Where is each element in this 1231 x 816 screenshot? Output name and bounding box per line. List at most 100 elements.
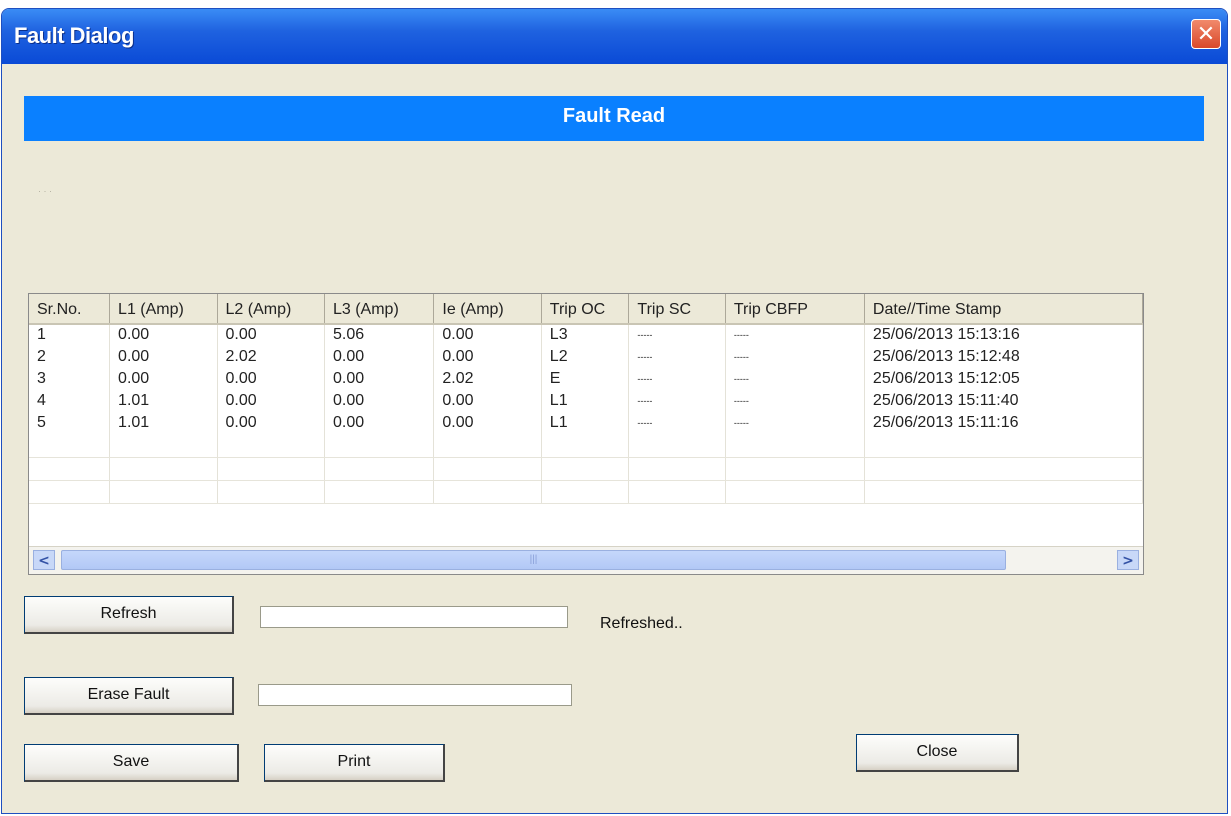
table-cell: 1.01 (109, 391, 218, 413)
table-cell: ----- (628, 324, 726, 347)
table-cell: 0.00 (109, 369, 218, 391)
table-row[interactable]: 5 1.01 0.00 0.00 0.00 L1 ----- ----- 25/06/2013 … (29, 413, 1143, 435)
grip-icon: ||| (529, 554, 538, 565)
table-cell (217, 457, 325, 481)
scroll-right-arrow[interactable]: > (1117, 550, 1139, 570)
table-cell (725, 435, 865, 458)
column-header[interactable]: L2 (Amp) (217, 294, 325, 325)
horizontal-scrollbar[interactable]: < ||| > (29, 546, 1143, 574)
close-icon: ✕ (1196, 22, 1216, 47)
table-cell: 0.00 (433, 347, 542, 369)
fault-table: Sr.No. L1 (Amp) L2 (Amp) L3 (Amp) Ie (Amp) Tr… (29, 294, 1143, 504)
table-cell (324, 457, 435, 481)
window-title: Fault Dialog (14, 23, 134, 48)
table-cell: 0.00 (324, 369, 435, 391)
table-cell (864, 480, 1143, 504)
table-cell: 25/06/2013 15:12:05 (864, 369, 1143, 391)
table-cell: 0.00 (433, 324, 542, 347)
table-cell: 0.00 (217, 369, 325, 391)
table-cell: ----- (628, 413, 726, 435)
faint-label: · · · (38, 186, 52, 196)
refresh-progress-bar (260, 606, 568, 628)
column-header[interactable]: Trip OC (541, 294, 630, 325)
table-cell (217, 480, 325, 504)
table-cell: ----- (725, 413, 865, 435)
column-header[interactable]: Date//Time Stamp (864, 294, 1143, 325)
table-cell: 0.00 (324, 413, 435, 435)
table-cell (628, 435, 726, 458)
column-header[interactable]: Sr.No. (29, 294, 111, 325)
table-cell: 5 (29, 413, 111, 435)
table-cell: 5.06 (324, 324, 435, 347)
table-cell: 2 (29, 347, 111, 369)
column-header[interactable]: Trip SC (628, 294, 726, 325)
empty-table-row (29, 480, 1143, 504)
table-cell: 2.02 (433, 369, 542, 391)
table-cell: L1 (541, 391, 630, 413)
table-cell: 0.00 (217, 324, 325, 347)
table-cell: L3 (541, 324, 630, 347)
refresh-button[interactable]: Refresh (24, 596, 234, 634)
print-button[interactable]: Print (264, 744, 445, 782)
table-cell (541, 435, 630, 458)
save-button[interactable]: Save (24, 744, 239, 782)
table-cell: 0.00 (324, 347, 435, 369)
window-close-button[interactable]: ✕ (1191, 19, 1221, 49)
empty-table-row (29, 457, 1143, 481)
table-cell (864, 457, 1143, 481)
erase-fault-button[interactable]: Erase Fault (24, 677, 234, 715)
table-row[interactable]: 2 0.00 2.02 0.00 0.00 L2 ----- ----- 25/06/2013 … (29, 347, 1143, 369)
table-cell (628, 457, 726, 481)
table-cell (541, 457, 630, 481)
erase-progress-bar (258, 684, 572, 706)
table-cell: L1 (541, 413, 630, 435)
table-cell (109, 457, 218, 481)
scroll-left-arrow[interactable]: < (33, 550, 55, 570)
scroll-thumb[interactable]: ||| (61, 550, 1006, 570)
table-cell (29, 435, 111, 458)
table-cell: 1.01 (109, 413, 218, 435)
column-header[interactable]: Trip CBFP (725, 294, 865, 325)
table-cell (433, 457, 542, 481)
table-cell (628, 480, 726, 504)
table-cell: E (541, 369, 630, 391)
table-cell: ----- (725, 391, 865, 413)
fault-list-table[interactable]: Sr.No. L1 (Amp) L2 (Amp) L3 (Amp) Ie (Amp) Tr… (28, 293, 1144, 575)
table-cell (324, 435, 435, 458)
table-cell (217, 435, 325, 458)
column-header[interactable]: L3 (Amp) (324, 294, 435, 325)
table-cell (29, 457, 111, 481)
table-cell (29, 480, 111, 504)
table-cell: 0.00 (433, 391, 542, 413)
table-cell (864, 435, 1143, 458)
table-cell: L2 (541, 347, 630, 369)
table-cell (433, 480, 542, 504)
table-cell (109, 480, 218, 504)
table-cell (433, 435, 542, 458)
table-cell: 0.00 (324, 391, 435, 413)
table-cell: 0.00 (217, 413, 325, 435)
table-row[interactable]: 1 0.00 0.00 5.06 0.00 L3 ----- ----- 25/06/2013 … (29, 324, 1143, 347)
table-cell: 2.02 (217, 347, 325, 369)
table-cell (109, 435, 218, 458)
table-header-row: Sr.No. L1 (Amp) L2 (Amp) L3 (Amp) Ie (Amp) Tr… (29, 294, 1143, 325)
table-cell: 3 (29, 369, 111, 391)
close-button[interactable]: Close (856, 734, 1019, 772)
table-cell: ----- (725, 369, 865, 391)
table-cell: ----- (725, 347, 865, 369)
chevron-right-icon: > (1122, 553, 1134, 569)
table-cell: ----- (725, 324, 865, 347)
table-cell: 0.00 (109, 347, 218, 369)
table-cell (324, 480, 435, 504)
table-row[interactable]: 4 1.01 0.00 0.00 0.00 L1 ----- ----- 25/06/2013 … (29, 391, 1143, 413)
table-cell: ----- (628, 347, 726, 369)
fault-dialog-window: Fault Dialog ✕ Fault Read · · · Sr.No. L1… (1, 8, 1228, 814)
table-cell: 25/06/2013 15:11:16 (864, 413, 1143, 435)
title-bar[interactable]: Fault Dialog ✕ (2, 9, 1227, 64)
table-row[interactable]: 3 0.00 0.00 0.00 2.02 E ----- ----- 25/06/2013 1… (29, 369, 1143, 391)
column-header[interactable]: Ie (Amp) (433, 294, 542, 325)
table-cell: 0.00 (217, 391, 325, 413)
column-header[interactable]: L1 (Amp) (109, 294, 218, 325)
table-cell (541, 480, 630, 504)
table-cell: 25/06/2013 15:12:48 (864, 347, 1143, 369)
